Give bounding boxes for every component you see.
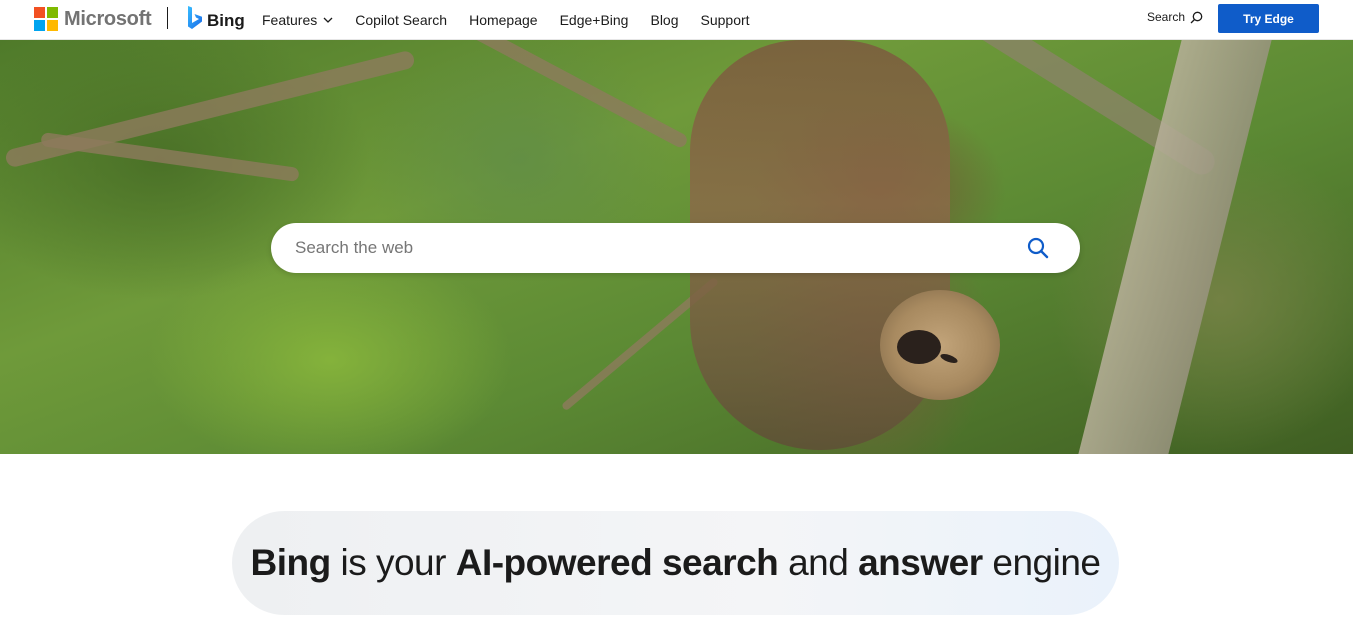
- try-edge-button[interactable]: Try Edge: [1218, 4, 1319, 33]
- tagline-text-part: is your: [330, 542, 456, 583]
- bing-wordmark: Bing: [207, 11, 245, 30]
- nav-edge-bing-label: Edge+Bing: [559, 12, 629, 28]
- nav-copilot-search[interactable]: Copilot Search: [355, 12, 447, 28]
- hero-image-branch: [470, 40, 690, 150]
- search-button[interactable]: [1023, 233, 1053, 263]
- header-search-link[interactable]: Search: [1147, 10, 1203, 24]
- hero-banner: [0, 40, 1353, 454]
- hero-image-sloth-nose: [897, 330, 941, 364]
- microsoft-logo-icon: [34, 7, 58, 31]
- header-search-label: Search: [1147, 10, 1186, 24]
- header-divider: [167, 7, 168, 29]
- nav-features-label: Features: [262, 12, 318, 28]
- nav-blog-label: Blog: [650, 12, 679, 28]
- nav-edge-bing[interactable]: Edge+Bing: [560, 12, 629, 28]
- hero-image-branch: [4, 49, 416, 169]
- bing-logo[interactable]: Bing: [186, 5, 245, 31]
- microsoft-logo[interactable]: Microsoft: [34, 7, 152, 31]
- nav-blog[interactable]: Blog: [650, 12, 678, 28]
- hero-image-branch: [40, 131, 300, 183]
- chevron-down-icon: [323, 17, 333, 23]
- site-header: Microsoft Bing Features Copilot Search H…: [0, 0, 1353, 40]
- nav-homepage-label: Homepage: [469, 12, 538, 28]
- tagline-text-part: and: [778, 542, 859, 583]
- tagline-text: Bing is your AI-powered search and answe…: [250, 542, 1101, 584]
- nav-features[interactable]: Features: [262, 12, 333, 28]
- search-icon: [1027, 237, 1049, 259]
- search-icon: [1190, 11, 1203, 23]
- tagline-banner: Bing is your AI-powered search and answe…: [232, 511, 1119, 615]
- tagline-answer: answer: [858, 542, 983, 583]
- hero-search-box: [271, 223, 1080, 273]
- nav-support[interactable]: Support: [701, 12, 750, 28]
- search-input[interactable]: [295, 223, 1015, 273]
- nav-copilot-search-label: Copilot Search: [355, 12, 448, 28]
- nav-support-label: Support: [700, 12, 750, 28]
- tagline-bing: Bing: [250, 542, 331, 583]
- microsoft-wordmark: Microsoft: [64, 7, 152, 30]
- tagline-ai-powered-search: AI-powered search: [455, 542, 779, 583]
- main-nav: Features Copilot Search Homepage Edge+Bi…: [262, 0, 772, 40]
- tagline-text-part: engine: [982, 542, 1101, 583]
- nav-homepage[interactable]: Homepage: [469, 12, 538, 28]
- bing-icon: [188, 6, 202, 29]
